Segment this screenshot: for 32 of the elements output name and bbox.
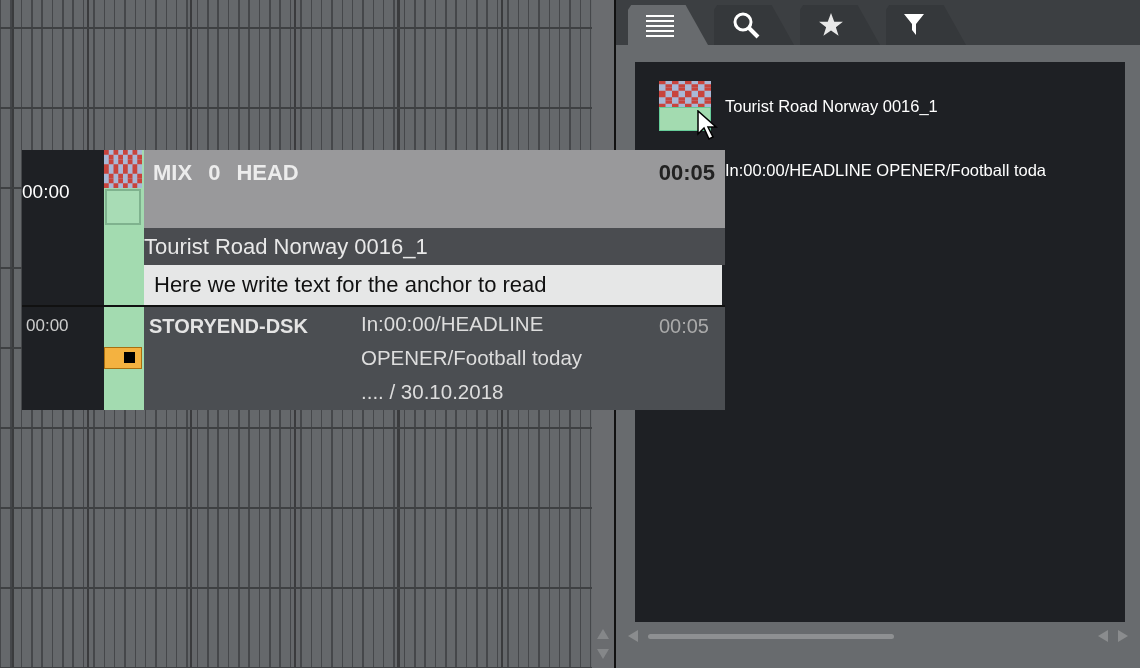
list-item-title[interactable]: In:00:00/HEADLINE OPENER/Football toda [725,157,1046,183]
item-name: STORYEND-DSK [149,314,309,339]
tab[interactable] [800,5,880,45]
story-title: MIX [153,159,193,187]
scrollbar-thumb[interactable] [648,633,894,639]
dragged-story-card[interactable]: 00:00 MIX 0 HEAD 00:05 Tourist Road Norway 0016_1 Here we write text for the anchor to read 00:00 STORYEND-DSK In:00:00/HEADLINE OPENER/Football today .... / 30.10.2018 00:05 [22,150,725,410]
tab[interactable] [714,5,794,45]
time-text: 00:00 [26,315,69,337]
list-icon [646,13,676,37]
time-text: 00:00 [22,180,70,204]
search-icon [732,11,760,39]
checker-icon [104,150,144,188]
tab[interactable] [886,5,966,45]
list-item-title[interactable]: Tourist Road Norway 0016_1 [725,93,938,119]
scroll-left-icon[interactable] [628,630,638,642]
duration-text: 00:05 [658,314,709,339]
item-description: In:00:00/HEADLINE OPENER/Football today .... / 30.10.2018 [361,311,584,405]
star-icon [818,12,844,38]
scroll-left-icon[interactable] [1098,630,1108,642]
duration-text: 00:05 [658,159,715,187]
mouse-cursor-icon [697,110,719,142]
scroll-right-icon[interactable] [1118,630,1128,642]
scroll-down-icon[interactable] [596,648,610,660]
filter-icon [904,14,924,36]
clip-icon [659,81,711,131]
script-text: Here we write text for the anchor to read [144,265,722,305]
clip-title: Tourist Road Norway 0016_1 [144,228,725,265]
story-title: HEAD [236,159,299,187]
graphic-icon [104,347,144,369]
status-icon [105,189,141,225]
scroll-up-icon[interactable] [596,628,610,640]
story-title: 0 [208,159,221,187]
